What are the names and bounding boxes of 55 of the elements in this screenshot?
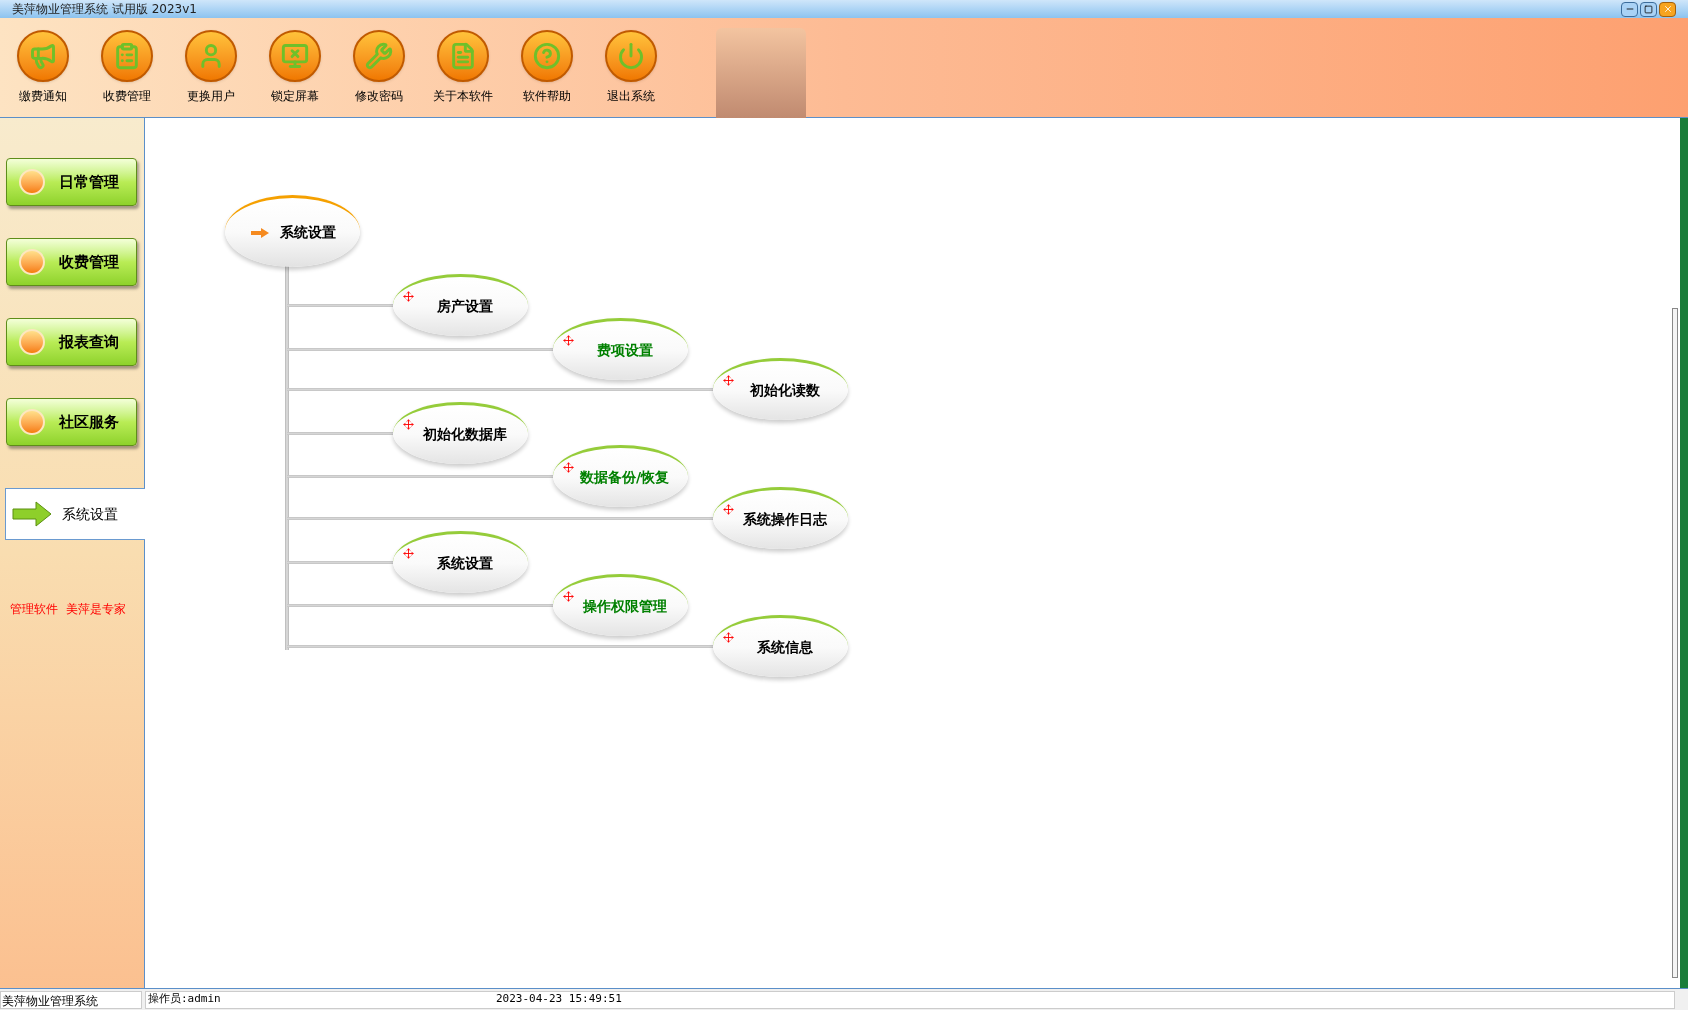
status-app-name: 美萍物业管理系统 — [0, 990, 142, 1009]
slogan-text: 管理软件 美萍是专家 — [10, 601, 127, 618]
diagram-node[interactable]: 系统设置 — [393, 531, 528, 593]
diagram-node[interactable]: 费项设置 — [553, 318, 688, 380]
close-icon — [1662, 4, 1673, 14]
move-icon — [403, 419, 414, 430]
sidebar-item[interactable]: 收费管理 — [6, 238, 137, 286]
diagram-node[interactable]: 操作权限管理 — [553, 574, 688, 636]
toolbar-button[interactable]: 锁定屏幕 — [260, 30, 330, 105]
diagram-node[interactable]: 数据备份/恢复 — [553, 445, 688, 507]
maximize-button[interactable] — [1640, 1, 1657, 17]
move-icon — [403, 548, 414, 559]
close-button[interactable] — [1659, 1, 1676, 17]
move-icon — [723, 375, 734, 386]
move-icon — [403, 291, 414, 302]
toolbar-button[interactable]: 关于本软件 — [428, 30, 498, 105]
toolbar-glyph-icon — [113, 42, 141, 70]
diagram-node[interactable]: 初始化数据库 — [393, 402, 528, 464]
toolbar-glyph-icon — [365, 42, 393, 70]
toolbar-glyph-icon — [281, 42, 309, 70]
toolbar-button[interactable]: 软件帮助 — [512, 30, 582, 105]
sidebar-item[interactable]: 日常管理 — [6, 158, 137, 206]
move-icon — [563, 462, 574, 473]
diagram-node[interactable]: 房产设置 — [393, 274, 528, 336]
round-bullet-icon — [19, 249, 45, 275]
move-icon — [723, 504, 734, 515]
round-bullet-icon — [19, 329, 45, 355]
datetime-text: 2023-04-23 15:49:51 — [496, 991, 622, 1008]
maximize-icon — [1644, 4, 1653, 14]
sidebar-item[interactable]: 社区服务 — [6, 398, 137, 446]
sidebar-item[interactable]: 系统设置 — [5, 488, 146, 540]
round-bullet-icon — [19, 169, 45, 195]
toolbar-glyph-icon — [29, 42, 57, 70]
diagram-node[interactable]: 系统操作日志 — [713, 487, 848, 549]
operator-text: 操作员:admin — [147, 991, 222, 1008]
arrow-icon — [249, 226, 270, 239]
arrow-icon — [12, 501, 52, 527]
toolbar-button[interactable]: 修改密码 — [344, 30, 414, 105]
diagram-node[interactable]: 系统信息 — [713, 615, 848, 677]
move-icon — [563, 335, 574, 346]
diagram-root-node[interactable]: 系统设置 — [225, 195, 360, 267]
move-icon — [723, 632, 734, 643]
diagram-node[interactable]: 初始化读数 — [713, 358, 848, 420]
move-icon — [563, 591, 574, 602]
toolbar-glyph-icon — [533, 42, 561, 70]
window-title: 美萍物业管理系统 试用版 2023v1 — [12, 3, 197, 15]
toolbar-button[interactable]: 更换用户 — [176, 30, 246, 105]
toolbar-glyph-icon — [617, 42, 645, 70]
toolbar-button[interactable]: 退出系统 — [596, 30, 666, 105]
round-bullet-icon — [19, 409, 45, 435]
toolbar-button[interactable]: 缴费通知 — [8, 30, 78, 105]
toolbar-glyph-icon — [449, 42, 477, 70]
toolbar-button[interactable]: 收费管理 — [92, 30, 162, 105]
minimize-button[interactable] — [1621, 1, 1638, 17]
sidebar-item[interactable]: 报表查询 — [6, 318, 137, 366]
